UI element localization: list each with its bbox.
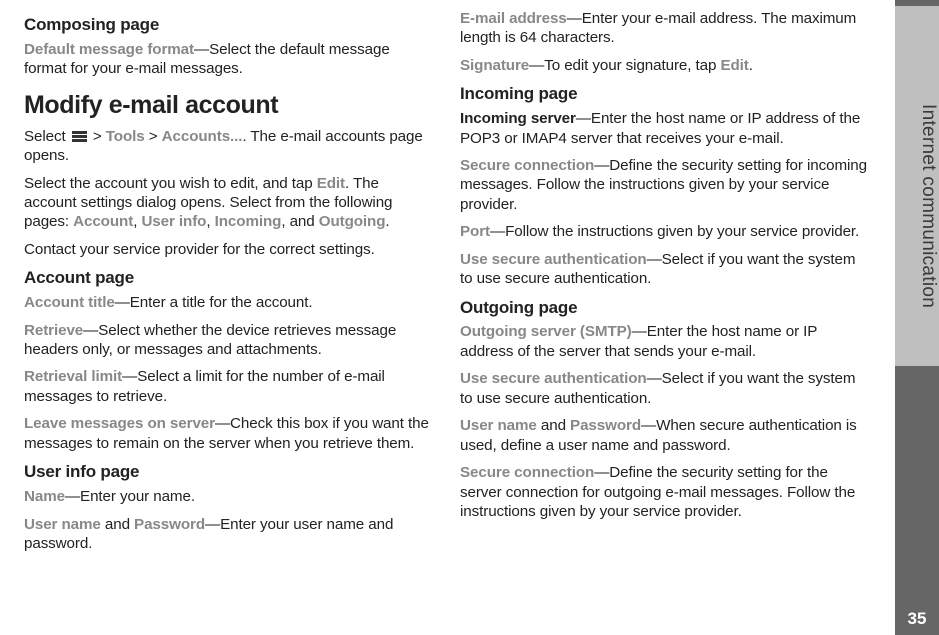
default-message-format-para: Default message format—Select the defaul… bbox=[24, 40, 434, 79]
retrieve-label: Retrieve bbox=[24, 322, 83, 339]
sidebar-top-panel: Internet communication bbox=[895, 6, 939, 366]
page-account: Account bbox=[73, 213, 133, 230]
signature-label: Signature bbox=[460, 57, 529, 74]
right-column: E-mail address—Enter your e-mail address… bbox=[460, 6, 870, 596]
port-label: Port bbox=[460, 223, 490, 240]
use-secure-auth-in-para: Use secure authentication—Select if you … bbox=[460, 250, 870, 289]
select-prefix: Select bbox=[24, 128, 70, 145]
and2: and bbox=[537, 417, 570, 434]
incoming-server-para: Incoming server—Enter the host name or I… bbox=[460, 109, 870, 148]
username-password-out-para: User name and Password—When secure authe… bbox=[460, 416, 870, 455]
page-outgoing: Outgoing bbox=[319, 213, 386, 230]
port-text: —Follow the instructions given by your s… bbox=[490, 223, 859, 240]
leave-on-server-para: Leave messages on server—Check this box … bbox=[24, 414, 434, 453]
port-para: Port—Follow the instructions given by yo… bbox=[460, 222, 870, 241]
p-sep2: , bbox=[206, 213, 214, 230]
outgoing-server-label: Outgoing server (SMTP) bbox=[460, 323, 632, 340]
page-incoming: Incoming bbox=[215, 213, 282, 230]
email-address-para: E-mail address—Enter your e-mail address… bbox=[460, 9, 870, 48]
p-sep3: , and bbox=[281, 213, 318, 230]
secure-connection-out-para: Secure connection—Define the security se… bbox=[460, 463, 870, 521]
contact-provider-para: Contact your service provider for the co… bbox=[24, 240, 434, 259]
edit-word: Edit bbox=[317, 175, 345, 192]
select-tools-accounts-para: Select > Tools > Accounts.... The e-mail… bbox=[24, 127, 434, 166]
account-title-text: —Enter a title for the account. bbox=[115, 294, 313, 311]
tools-label: Tools bbox=[106, 128, 145, 145]
left-column: Composing page Default message format—Se… bbox=[24, 6, 434, 596]
page-container: Composing page Default message format—Se… bbox=[0, 0, 939, 635]
signature-edit: Edit bbox=[720, 57, 748, 74]
edit-account-para: Select the account you wish to edit, and… bbox=[24, 174, 434, 232]
secure-connection-out-label: Secure connection bbox=[460, 464, 594, 481]
password-label: Password bbox=[134, 516, 205, 533]
incoming-server-label: Incoming server bbox=[460, 110, 576, 127]
sidebar: Internet communication 35 bbox=[895, 0, 939, 635]
account-title-para: Account title—Enter a title for the acco… bbox=[24, 293, 434, 312]
outgoing-server-para: Outgoing server (SMTP)—Enter the host na… bbox=[460, 322, 870, 361]
modify-email-account-heading: Modify e-mail account bbox=[24, 89, 434, 121]
retrieval-limit-para: Retrieval limit—Select a limit for the n… bbox=[24, 367, 434, 406]
use-secure-auth-out-para: Use secure authentication—Select if you … bbox=[460, 369, 870, 408]
outgoing-page-heading: Outgoing page bbox=[460, 297, 870, 319]
signature-text-pre: —To edit your signature, tap bbox=[529, 57, 720, 74]
columns: Composing page Default message format—Se… bbox=[24, 6, 939, 596]
use-secure-auth-in-label: Use secure authentication bbox=[460, 251, 647, 268]
leave-on-server-label: Leave messages on server bbox=[24, 415, 215, 432]
secure-connection-in-para: Secure connection—Define the security se… bbox=[460, 156, 870, 214]
username-label: User name bbox=[24, 516, 101, 533]
sidebar-label: Internet communication bbox=[895, 6, 939, 366]
user-info-page-heading: User info page bbox=[24, 461, 434, 483]
retrieval-limit-label: Retrieval limit bbox=[24, 368, 122, 385]
use-secure-auth-out-label: Use secure authentication bbox=[460, 370, 647, 387]
account-title-label: Account title bbox=[24, 294, 115, 311]
incoming-page-heading: Incoming page bbox=[460, 83, 870, 105]
name-label: Name bbox=[24, 488, 65, 505]
secure-connection-in-label: Secure connection bbox=[460, 157, 594, 174]
edit-pre: Select the account you wish to edit, and… bbox=[24, 175, 317, 192]
accounts-label: Accounts... bbox=[162, 128, 243, 145]
menu-icon bbox=[72, 130, 87, 143]
password-out-label: Password bbox=[570, 417, 641, 434]
signature-text-post: . bbox=[749, 57, 753, 74]
name-text: —Enter your name. bbox=[65, 488, 195, 505]
and1: and bbox=[101, 516, 134, 533]
default-message-format-label: Default message format bbox=[24, 41, 194, 58]
p-end: . bbox=[385, 213, 389, 230]
account-page-heading: Account page bbox=[24, 267, 434, 289]
page-number: 35 bbox=[901, 609, 933, 629]
composing-page-heading: Composing page bbox=[24, 14, 434, 36]
email-address-label: E-mail address bbox=[460, 10, 567, 27]
signature-para: Signature—To edit your signature, tap Ed… bbox=[460, 56, 870, 75]
name-para: Name—Enter your name. bbox=[24, 487, 434, 506]
username-password-para: User name and Password—Enter your user n… bbox=[24, 515, 434, 554]
username-out-label: User name bbox=[460, 417, 537, 434]
retrieve-para: Retrieve—Select whether the device retri… bbox=[24, 321, 434, 360]
page-userinfo: User info bbox=[141, 213, 206, 230]
gt2: > bbox=[145, 128, 162, 145]
gt1: > bbox=[89, 128, 106, 145]
